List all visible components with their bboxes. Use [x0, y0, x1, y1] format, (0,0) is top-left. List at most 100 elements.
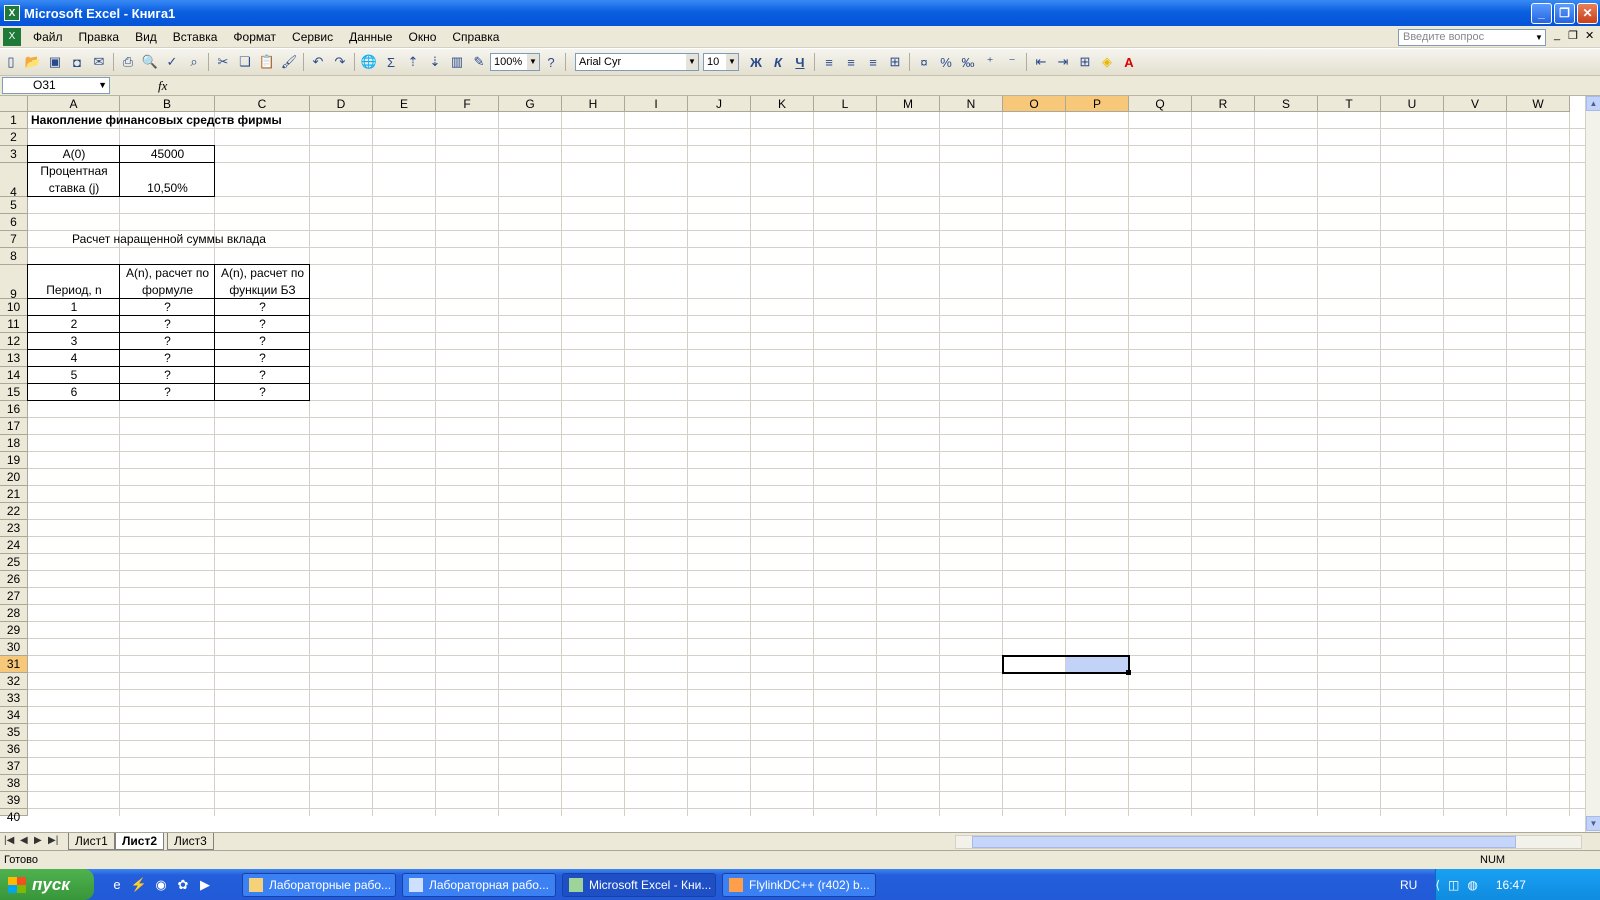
scroll-thumb[interactable]	[972, 836, 1516, 848]
task-flylink[interactable]: FlylinkDC++ (r402) b...	[722, 872, 876, 897]
chart-wizard-icon[interactable]: ▥	[446, 51, 468, 73]
scroll-up-icon[interactable]: ▲	[1586, 96, 1600, 111]
row-header-33[interactable]: 33	[0, 690, 28, 707]
column-header-w[interactable]: W	[1507, 96, 1570, 112]
menu-view[interactable]: Вид	[127, 30, 165, 44]
borders-icon[interactable]: ⊞	[1074, 51, 1096, 73]
column-header-a[interactable]: A	[28, 96, 120, 112]
new-icon[interactable]: ▯	[0, 51, 22, 73]
row-header-8[interactable]: 8	[0, 248, 28, 265]
menu-insert[interactable]: Вставка	[165, 30, 226, 44]
column-header-s[interactable]: S	[1255, 96, 1318, 112]
align-left-icon[interactable]: ≡	[818, 51, 840, 73]
start-button[interactable]: пуск	[0, 869, 94, 900]
align-right-icon[interactable]: ≡	[862, 51, 884, 73]
row-header-23[interactable]: 23	[0, 520, 28, 537]
zoom-combo[interactable]: 100% ▼	[490, 53, 540, 71]
column-header-h[interactable]: H	[562, 96, 625, 112]
menu-tools[interactable]: Сервис	[284, 30, 341, 44]
row-header-27[interactable]: 27	[0, 588, 28, 605]
permission-icon[interactable]: ◘	[66, 51, 88, 73]
percent-icon[interactable]: %	[935, 51, 957, 73]
column-header-g[interactable]: G	[499, 96, 562, 112]
app-icon[interactable]: ✿	[172, 874, 194, 896]
print-icon[interactable]: ⎙	[117, 51, 139, 73]
close-button[interactable]: ✕	[1577, 2, 1598, 24]
column-header-p[interactable]: P	[1066, 96, 1129, 112]
column-header-j[interactable]: J	[688, 96, 751, 112]
column-header-m[interactable]: M	[877, 96, 940, 112]
row-header-24[interactable]: 24	[0, 537, 28, 554]
row-header-29[interactable]: 29	[0, 622, 28, 639]
sheet-tab-2[interactable]: Лист2	[115, 833, 165, 850]
hyperlink-icon[interactable]: 🌐	[358, 51, 380, 73]
row-header-20[interactable]: 20	[0, 469, 28, 486]
save-icon[interactable]: ▣	[44, 51, 66, 73]
doc-restore-button[interactable]: ❐	[1568, 29, 1578, 42]
column-header-e[interactable]: E	[373, 96, 436, 112]
column-header-l[interactable]: L	[814, 96, 877, 112]
redo-icon[interactable]: ↷	[329, 51, 351, 73]
drawing-icon[interactable]: ✎	[468, 51, 490, 73]
row-header-38[interactable]: 38	[0, 775, 28, 792]
menu-window[interactable]: Окно	[400, 30, 444, 44]
column-header-f[interactable]: F	[436, 96, 499, 112]
row-header-22[interactable]: 22	[0, 503, 28, 520]
fx-icon[interactable]: fx	[158, 78, 167, 94]
fill-handle[interactable]	[1126, 670, 1131, 675]
italic-button[interactable]: К	[767, 51, 789, 73]
horizontal-scrollbar[interactable]	[955, 835, 1582, 849]
increase-indent-icon[interactable]: ⇥	[1052, 51, 1074, 73]
firefox-icon[interactable]: ◉	[150, 874, 172, 896]
prev-sheet-icon[interactable]: ◀	[20, 835, 28, 846]
underline-button[interactable]: Ч	[789, 51, 811, 73]
next-sheet-icon[interactable]: ▶	[34, 835, 42, 846]
row-header-32[interactable]: 32	[0, 673, 28, 690]
row-header-19[interactable]: 19	[0, 452, 28, 469]
doc-close-button[interactable]: ✕	[1585, 29, 1594, 42]
cell-a7[interactable]: Расчет наращенной суммы вклада	[28, 231, 310, 247]
tray-volume-icon[interactable]: ◍	[1467, 878, 1477, 892]
column-header-b[interactable]: B	[120, 96, 215, 112]
autosum-icon[interactable]: Σ	[380, 51, 402, 73]
row-header-16[interactable]: 16	[0, 401, 28, 418]
row-header-4[interactable]: 4	[0, 163, 28, 199]
sort-ascending-icon[interactable]: ⇡	[402, 51, 424, 73]
column-header-c[interactable]: C	[215, 96, 310, 112]
column-header-q[interactable]: Q	[1129, 96, 1192, 112]
row-header-13[interactable]: 13	[0, 350, 28, 367]
copy-icon[interactable]: ❏	[234, 51, 256, 73]
excel-app-icon[interactable]: X	[4, 5, 20, 21]
menu-format[interactable]: Формат	[225, 30, 284, 44]
active-cell-outline[interactable]	[1002, 655, 1130, 674]
bold-button[interactable]: Ж	[745, 51, 767, 73]
tray-network-icon[interactable]: ⟨	[1435, 878, 1440, 892]
font-size-combo[interactable]: 10 ▼	[703, 53, 739, 71]
row-header-37[interactable]: 37	[0, 758, 28, 775]
column-header-r[interactable]: R	[1192, 96, 1255, 112]
task-excel[interactable]: Microsoft Excel - Кни...	[562, 872, 716, 897]
row-header-3[interactable]: 3	[0, 146, 28, 163]
row-header-31[interactable]: 31	[0, 656, 28, 673]
row-header-25[interactable]: 25	[0, 554, 28, 571]
row-header-40[interactable]: 40	[0, 809, 28, 824]
row-header-15[interactable]: 15	[0, 384, 28, 401]
restore-button[interactable]: ❐	[1554, 2, 1575, 24]
column-header-i[interactable]: I	[625, 96, 688, 112]
ie-icon[interactable]: e	[106, 874, 128, 896]
row-header-11[interactable]: 11	[0, 316, 28, 333]
row-header-26[interactable]: 26	[0, 571, 28, 588]
minimize-button[interactable]: _	[1531, 2, 1552, 24]
cut-icon[interactable]: ✂	[212, 51, 234, 73]
media-icon[interactable]: ▶	[194, 874, 216, 896]
font-combo[interactable]: Arial Cyr ▼	[575, 53, 699, 71]
open-icon[interactable]: 📂	[22, 51, 44, 73]
row-header-35[interactable]: 35	[0, 724, 28, 741]
column-header-k[interactable]: K	[751, 96, 814, 112]
email-icon[interactable]: ✉	[88, 51, 110, 73]
currency-icon[interactable]: ¤	[913, 51, 935, 73]
research-icon[interactable]: ⌕	[183, 51, 205, 73]
print-preview-icon[interactable]: 🔍	[139, 51, 161, 73]
document-icon[interactable]: X	[3, 27, 21, 46]
row-header-1[interactable]: 1	[0, 112, 28, 129]
